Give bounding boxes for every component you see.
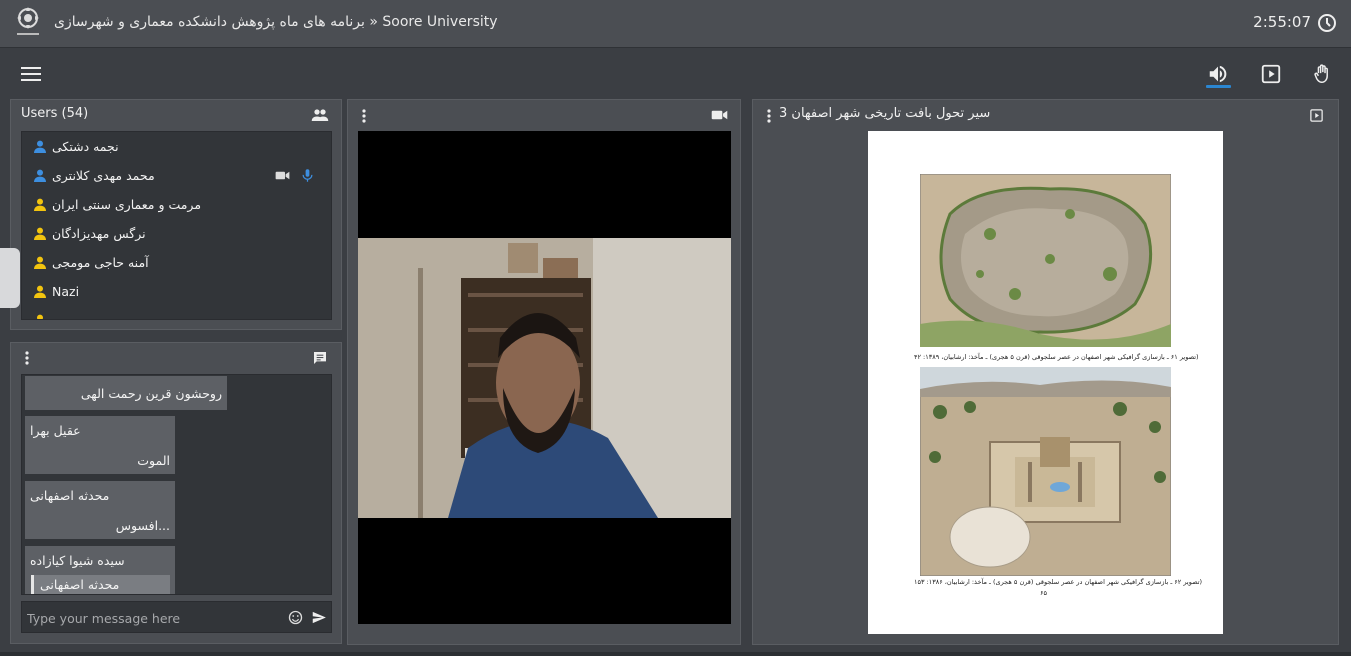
volume-icon[interactable]: [1207, 63, 1229, 85]
chat-message: روحشون قرین رحمت الهی: [25, 376, 227, 410]
bottom-edge: [0, 652, 1351, 656]
hamburger-icon[interactable]: [20, 66, 42, 82]
chat-input-box: [21, 601, 332, 633]
message-author: محدثه اصفهانی: [30, 488, 110, 503]
presentation-icon[interactable]: [1260, 63, 1282, 85]
action-toolbar: [0, 49, 1351, 97]
more-options-icon[interactable]: [362, 109, 366, 123]
message-text: الموت: [137, 453, 170, 468]
page-number: ۶۵: [1040, 589, 1047, 597]
microphone-icon: [302, 169, 313, 182]
user-icon: [34, 256, 46, 269]
user-name: نرگس مهدیزادگان: [52, 226, 146, 241]
user-icon: [34, 198, 46, 211]
user-icon: [37, 314, 43, 319]
users-icon[interactable]: [311, 108, 329, 122]
chat-message: محدثه اصفهانی افسوس...: [25, 481, 175, 539]
user-list-item[interactable]: مرمت و معماری سنتی ایران: [22, 190, 331, 219]
message-text: افسوس...: [115, 518, 170, 533]
users-title: Users (54): [21, 106, 89, 121]
user-icon: [34, 140, 46, 153]
chat-messages: روحشون قرین رحمت الهی عقیل بهرا الموت مح…: [21, 374, 332, 595]
user-name: نجمه دشتکی: [52, 139, 119, 154]
figure-caption: تصویر ۶۲ ـ بازسازی گرافیکی شهر اصفهان در…: [914, 578, 1203, 586]
user-list-item[interactable]: آمنه حاجی مومجی: [22, 248, 331, 277]
video-player[interactable]: [358, 131, 731, 624]
video-camera-icon: [275, 171, 290, 180]
chat-message: سیده شیوا کیازاده محدثه اصفهانی: [25, 546, 175, 594]
user-list-item[interactable]: Nazi: [22, 277, 331, 306]
more-options-icon[interactable]: [25, 351, 29, 365]
chat-panel: روحشون قرین رحمت الهی عقیل بهرا الموت مح…: [10, 342, 342, 644]
user-name: مرمت و معماری سنتی ایران: [52, 197, 202, 212]
message-author: عقیل بهرا: [30, 423, 81, 438]
figure-caption: تصویر ۶۱ ـ بازسازی گرافیکی شهر اصفهان در…: [914, 353, 1199, 361]
user-icon: [34, 169, 46, 182]
session-timer: 2:55:07: [1253, 13, 1311, 31]
more-options-icon[interactable]: [767, 109, 771, 123]
user-name: Nazi: [52, 284, 80, 299]
app-header: برنامه های ماه پژوهش دانشکده معماری و شه…: [0, 0, 1351, 48]
chat-icon[interactable]: [312, 350, 328, 366]
sidebar-toggle-handle[interactable]: [0, 248, 20, 308]
message-text: روحشون قرین رحمت الهی: [80, 386, 222, 401]
page-title: برنامه های ماه پژوهش دانشکده معماری و شه…: [54, 14, 498, 30]
chat-message-input[interactable]: [27, 608, 277, 628]
webcam-feed: [358, 238, 731, 518]
user-list-item[interactable]: محمد مهدی کلانتری: [22, 161, 331, 190]
user-icon: [34, 227, 46, 240]
user-media-status: [275, 168, 319, 183]
emoji-icon[interactable]: [288, 610, 303, 625]
video-camera-icon[interactable]: [711, 109, 728, 121]
raise-hand-icon[interactable]: [1312, 63, 1334, 85]
chat-message: عقیل بهرا الموت: [25, 416, 175, 474]
clock-icon: [1318, 14, 1336, 32]
aerial-mosque-image: [920, 367, 1171, 576]
user-name: محمد مهدی کلانتری: [52, 168, 155, 183]
aerial-city-map-image: [920, 174, 1171, 347]
active-tab-indicator: [1206, 85, 1231, 88]
user-name: ...: [52, 313, 64, 319]
presentation-icon[interactable]: [1309, 108, 1324, 123]
send-icon[interactable]: [311, 610, 327, 625]
presentation-panel: سیر تحول بافت تاریخی شهر اصفهان 3 تصویر …: [752, 99, 1339, 645]
users-panel: Users (54) نجمه دشتکی محمد مهدی کلانتری مر…: [10, 99, 342, 330]
user-list-item[interactable]: ...: [22, 306, 331, 319]
presentation-slide[interactable]: تصویر ۶۱ ـ بازسازی گرافیکی شهر اصفهان در…: [868, 131, 1223, 634]
university-logo: [17, 7, 39, 35]
user-list-item[interactable]: نرگس مهدیزادگان: [22, 219, 331, 248]
quoted-reply: محدثه اصفهانی: [31, 575, 170, 594]
presentation-title: سیر تحول بافت تاریخی شهر اصفهان 3: [779, 106, 991, 121]
users-list: نجمه دشتکی محمد مهدی کلانتری مرمت و معماری…: [21, 131, 332, 320]
user-list-item[interactable]: نجمه دشتکی: [22, 132, 331, 161]
user-icon: [34, 285, 46, 298]
message-author: سیده شیوا کیازاده: [30, 553, 125, 568]
user-name: آمنه حاجی مومجی: [52, 255, 149, 270]
webcam-panel: [347, 99, 741, 645]
